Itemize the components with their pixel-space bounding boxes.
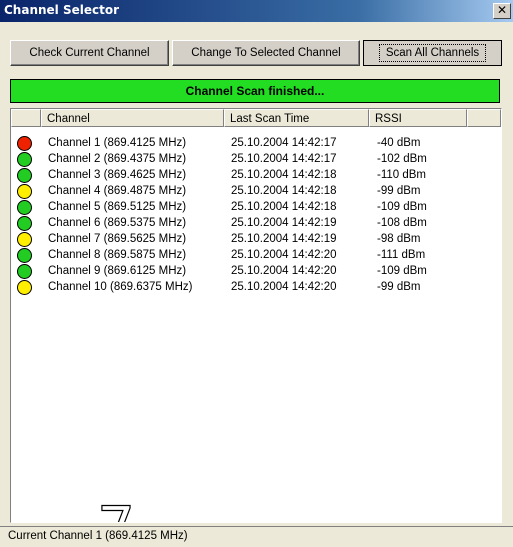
status-light-icon [17, 216, 32, 231]
channel-list[interactable]: Channel Last Scan Time RSSI Channel 1 (8… [10, 108, 502, 523]
rssi-cell: -111 dBm [377, 249, 426, 261]
status-light-icon [17, 280, 32, 295]
channel-selector-window: Channel Selector ✕ Check Current Channel… [0, 0, 513, 547]
current-channel-status: Current Channel 1 (869.4125 MHz) [8, 530, 188, 542]
status-light-icon [17, 184, 32, 199]
scan-all-channels-button[interactable]: Scan All Channels [363, 40, 502, 66]
channel-name-cell: Channel 8 (869.5875 MHz) [48, 249, 187, 261]
last-scan-time-cell: 25.10.2004 14:42:20 [231, 249, 337, 261]
rssi-cell: -98 dBm [377, 233, 421, 245]
table-row[interactable]: Channel 3 (869.4625 MHz) 25.10.2004 14:42… [11, 167, 501, 183]
column-header-rssi[interactable]: RSSI [369, 109, 467, 127]
column-header-channel[interactable]: Channel [41, 109, 224, 127]
status-light-icon [17, 264, 32, 279]
column-header-last-scan-time[interactable]: Last Scan Time [224, 109, 369, 127]
table-row[interactable]: Channel 5 (869.5125 MHz) 25.10.2004 14:42… [11, 199, 501, 215]
rssi-cell: -109 dBm [377, 265, 427, 277]
status-light-icon [17, 168, 32, 183]
column-header-status[interactable] [11, 109, 41, 127]
last-scan-time-cell: 25.10.2004 14:42:17 [231, 137, 337, 149]
table-row[interactable]: Channel 10 (869.6375 MHz) 25.10.2004 14:4… [11, 279, 501, 295]
close-icon[interactable]: ✕ [493, 3, 511, 19]
status-light-icon [17, 200, 32, 215]
rssi-cell: -99 dBm [377, 281, 421, 293]
overlay-number: 7 [96, 498, 135, 522]
channel-name-cell: Channel 9 (869.6125 MHz) [48, 265, 187, 277]
window-title: Channel Selector [4, 3, 120, 17]
rssi-cell: -108 dBm [377, 217, 427, 229]
scan-all-channels-label: Scan All Channels [378, 44, 487, 62]
check-current-channel-button[interactable]: Check Current Channel [10, 40, 169, 66]
table-row[interactable]: Channel 8 (869.5875 MHz) 25.10.2004 14:42… [11, 247, 501, 263]
status-light-icon [17, 136, 32, 151]
channel-name-cell: Channel 6 (869.5375 MHz) [48, 217, 187, 229]
column-header-extra[interactable] [467, 109, 501, 127]
channel-name-cell: Channel 1 (869.4125 MHz) [48, 137, 187, 149]
last-scan-time-cell: 25.10.2004 14:42:17 [231, 153, 337, 165]
scan-status-banner: Channel Scan finished... [10, 79, 500, 103]
status-light-icon [17, 248, 32, 263]
table-row[interactable]: Channel 9 (869.6125 MHz) 25.10.2004 14:42… [11, 263, 501, 279]
table-row[interactable]: Channel 2 (869.4375 MHz) 25.10.2004 14:42… [11, 151, 501, 167]
channel-name-cell: Channel 7 (869.5625 MHz) [48, 233, 187, 245]
status-light-icon [17, 232, 32, 247]
last-scan-time-cell: 25.10.2004 14:42:20 [231, 265, 337, 277]
last-scan-time-cell: 25.10.2004 14:42:18 [231, 185, 337, 197]
table-row[interactable]: Channel 7 (869.5625 MHz) 25.10.2004 14:42… [11, 231, 501, 247]
channel-name-cell: Channel 4 (869.4875 MHz) [48, 185, 187, 197]
change-to-selected-channel-button[interactable]: Change To Selected Channel [172, 40, 360, 66]
table-row[interactable]: Channel 4 (869.4875 MHz) 25.10.2004 14:42… [11, 183, 501, 199]
rssi-cell: -110 dBm [377, 169, 427, 181]
channel-name-cell: Channel 2 (869.4375 MHz) [48, 153, 187, 165]
rssi-cell: -109 dBm [377, 201, 427, 213]
last-scan-time-cell: 25.10.2004 14:42:19 [231, 217, 337, 229]
last-scan-time-cell: 25.10.2004 14:42:20 [231, 281, 337, 293]
table-row[interactable]: Channel 1 (869.4125 MHz) 25.10.2004 14:42… [11, 135, 501, 151]
title-bar: Channel Selector ✕ [0, 0, 513, 22]
status-bar: Current Channel 1 (869.4125 MHz) [0, 526, 513, 547]
status-light-icon [17, 152, 32, 167]
last-scan-time-cell: 25.10.2004 14:42:19 [231, 233, 337, 245]
last-scan-time-cell: 25.10.2004 14:42:18 [231, 201, 337, 213]
toolbar: Check Current Channel Change To Selected… [0, 40, 513, 66]
rssi-cell: -99 dBm [377, 185, 421, 197]
channel-name-cell: Channel 10 (869.6375 MHz) [48, 281, 193, 293]
channel-name-cell: Channel 5 (869.5125 MHz) [48, 201, 187, 213]
channel-name-cell: Channel 3 (869.4625 MHz) [48, 169, 187, 181]
table-row[interactable]: Channel 6 (869.5375 MHz) 25.10.2004 14:42… [11, 215, 501, 231]
rssi-cell: -40 dBm [377, 137, 421, 149]
last-scan-time-cell: 25.10.2004 14:42:18 [231, 169, 337, 181]
rssi-cell: -102 dBm [377, 153, 427, 165]
